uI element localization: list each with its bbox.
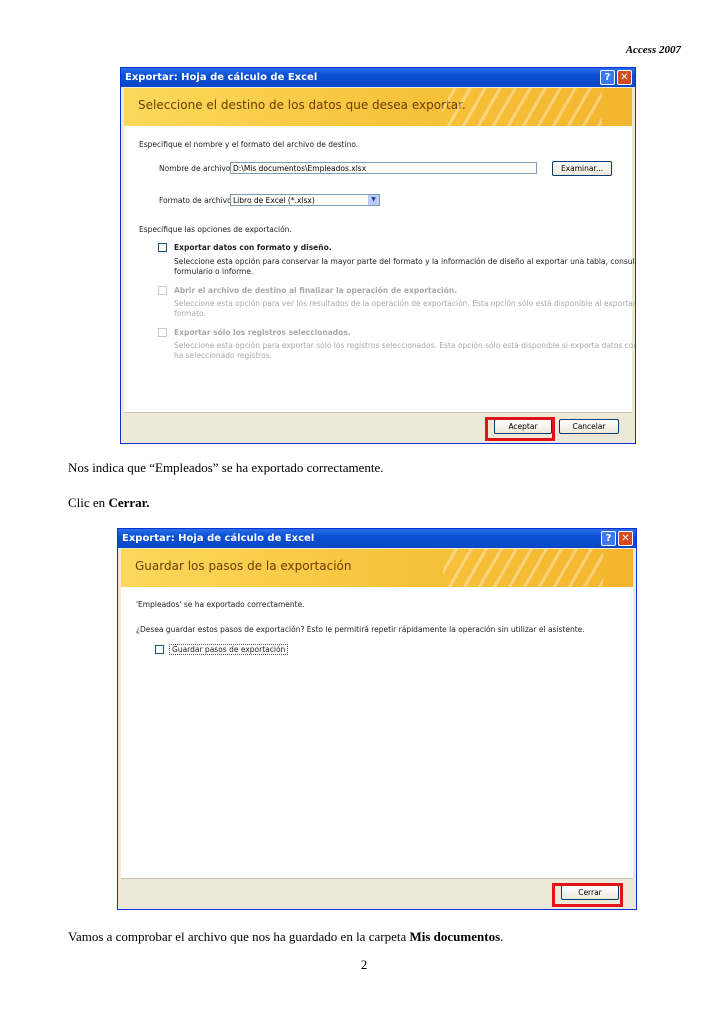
banner-title: Seleccione el destino de los datos que d… [138,98,466,112]
open-file-label: Abrir el archivo de destino al finalizar… [174,286,458,295]
dialog-titlebar: Exportar: Hoja de cálculo de Excel ? ✕ [121,68,635,87]
options-intro: Especifique las opciones de exportación. [139,225,292,234]
format-layout-desc-2: formulario o informe. [174,267,254,276]
open-file-desc-2: formato. [174,309,206,318]
highlight-accept [485,417,555,441]
paragraph-click-close: Clic en Cerrar. [68,495,149,511]
filename-label: Nombre de archivo: [159,164,233,173]
my-documents-emphasis: Mis documentos [409,929,501,944]
click-text: Clic en [68,495,109,510]
help-icon[interactable]: ? [600,70,615,85]
dialog-body: 'Empleados' se ha exportado correctament… [121,587,633,879]
open-file-checkbox[interactable] [158,286,167,295]
export-dialog: Exportar: Hoja de cálculo de Excel ? ✕ S… [120,67,636,444]
close-icon[interactable]: ✕ [618,531,633,546]
save-steps-label: Guardar pasos de exportación [169,644,289,655]
destination-intro: Especifique el nombre y el formato del a… [139,140,359,149]
selected-records-desc: Seleccione esta opción para exportar sól… [174,341,636,350]
paragraph-check-file: Vamos a comprobar el archivo que nos ha … [68,929,503,945]
format-layout-checkbox[interactable] [158,243,167,252]
dialog-banner: Seleccione el destino de los datos que d… [124,88,632,126]
dialog-titlebar: Exportar: Hoja de cálculo de Excel ? ✕ [118,529,636,548]
document-header: Access 2007 [625,44,681,56]
banner-decoration [443,549,603,587]
dialog-banner: Guardar los pasos de la exportación [121,549,633,587]
save-steps-question: ¿Desea guardar estos pasos de exportació… [136,625,585,634]
dialog-title: Exportar: Hoja de cálculo de Excel [125,72,318,83]
close-emphasis: Cerrar. [108,495,150,510]
format-layout-desc: Seleccione esta opción para conservar la… [174,257,636,266]
browse-button[interactable]: Examinar... [552,161,612,176]
page-number: 2 [360,957,368,972]
paragraph-exported: Nos indica que “Empleados” se ha exporta… [68,460,384,475]
save-steps-checkbox[interactable] [155,645,164,654]
dialog-title: Exportar: Hoja de cálculo de Excel [122,533,315,544]
format-select-value: Libro de Excel (*.xlsx) [233,196,315,205]
format-select[interactable]: Libro de Excel (*.xlsx) ▼ [230,194,380,206]
chevron-down-icon[interactable]: ▼ [368,195,379,205]
banner-title: Guardar los pasos de la exportación [135,559,352,573]
format-layout-label: Exportar datos con formato y diseño. [174,243,332,252]
check-file-period: . [500,929,504,944]
export-complete-dialog: Exportar: Hoja de cálculo de Excel ? ✕ G… [117,528,637,910]
format-label: Formato de archivo: [159,196,235,205]
filename-input[interactable]: D:\Mis documentos\Empleados.xlsx [230,162,537,174]
open-file-desc: Seleccione esta opción para ver los resu… [174,299,636,308]
close-icon[interactable]: ✕ [617,70,632,85]
check-file-text: Vamos a comprobar el archivo que nos ha … [68,929,410,944]
cancel-button[interactable]: Cancelar [559,419,619,434]
dialog-footer: Aceptar Cancelar [124,412,632,440]
success-message: 'Empleados' se ha exportado correctament… [136,600,305,609]
selected-records-label: Exportar sólo los registros seleccionado… [174,328,351,337]
selected-records-desc-2: ha seleccionado registros. [174,351,272,360]
help-icon[interactable]: ? [601,531,616,546]
banner-decoration [442,88,602,126]
highlight-close [552,883,623,907]
dialog-body: Especifique el nombre y el formato del a… [124,126,635,413]
selected-records-checkbox[interactable] [158,328,167,337]
